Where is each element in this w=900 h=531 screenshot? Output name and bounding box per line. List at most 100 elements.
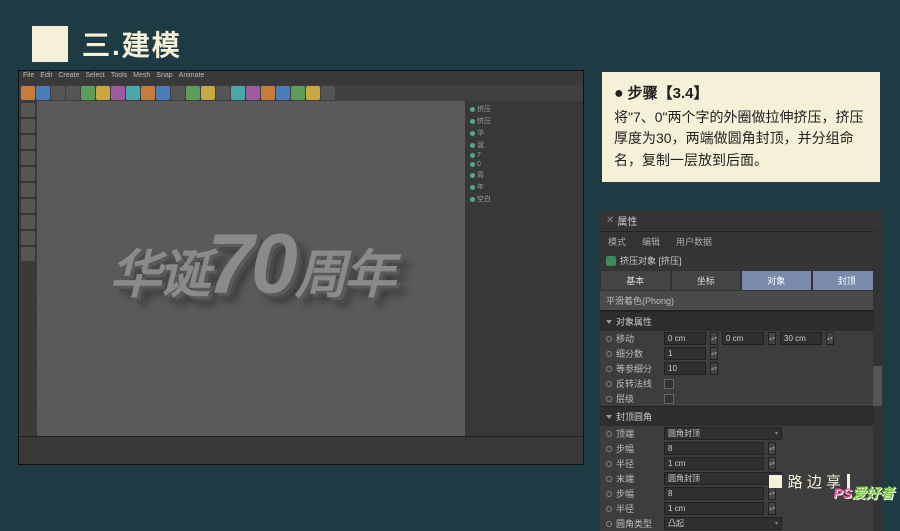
hierarchy-item[interactable]: 0 xyxy=(477,161,481,168)
menu-item[interactable]: Mesh xyxy=(133,72,150,84)
tool-icon[interactable] xyxy=(21,247,35,261)
hierarchy-item[interactable]: 诞 xyxy=(477,140,484,150)
tab-object[interactable]: 对象 xyxy=(741,270,812,291)
timeline[interactable] xyxy=(19,436,583,464)
tool-icon[interactable] xyxy=(36,86,50,100)
left-toolbar xyxy=(19,101,37,436)
tool-icon[interactable] xyxy=(21,86,35,100)
slide-title: 三.建模 xyxy=(82,24,182,64)
input-subdiv[interactable]: 1 xyxy=(664,347,706,360)
object-name: 挤压对象 [挤压] xyxy=(620,254,682,267)
tab-basic[interactable]: 基本 xyxy=(600,270,671,291)
menu-item[interactable]: File xyxy=(23,72,34,84)
tool-icon[interactable] xyxy=(171,86,185,100)
checkbox-hierarchy[interactable] xyxy=(664,394,674,404)
tool-icon[interactable] xyxy=(111,86,125,100)
tool-icon[interactable] xyxy=(156,86,170,100)
viewport[interactable]: 华诞70周年 xyxy=(37,101,465,436)
phong-row[interactable]: 平滑着色(Phong) xyxy=(600,291,882,311)
hierarchy-item[interactable]: 周 xyxy=(477,170,484,180)
tool-icon[interactable] xyxy=(186,86,200,100)
tool-icon[interactable] xyxy=(246,86,260,100)
tool-icon[interactable] xyxy=(276,86,290,100)
section-cap-round[interactable]: 封顶圆角 xyxy=(600,406,882,426)
hierarchy-item[interactable]: 空白 xyxy=(477,194,491,204)
mode-tab[interactable]: 编辑 xyxy=(634,232,668,251)
input-radius2[interactable]: 1 cm xyxy=(664,502,764,515)
spinner[interactable]: ▴▾ xyxy=(768,457,776,470)
label-top: 顶端 xyxy=(616,427,660,440)
tool-icon[interactable] xyxy=(96,86,110,100)
menu-item[interactable]: Create xyxy=(58,72,79,84)
spinner[interactable]: ▴▾ xyxy=(768,442,776,455)
hierarchy-item[interactable]: 7 xyxy=(477,152,481,159)
tool-icon[interactable] xyxy=(21,119,35,133)
spinner[interactable]: ▴▾ xyxy=(710,347,718,360)
tool-icon[interactable] xyxy=(21,151,35,165)
tool-icon[interactable] xyxy=(306,86,320,100)
mode-tab[interactable]: 用户数据 xyxy=(668,232,720,251)
spinner[interactable]: ▴▾ xyxy=(710,362,718,375)
menu-item[interactable]: Select xyxy=(85,72,104,84)
spinner[interactable]: ▴▾ xyxy=(768,502,776,515)
dropdown-end[interactable]: 圆角封顶▾ xyxy=(664,472,782,485)
tool-icon[interactable] xyxy=(81,86,95,100)
tool-icon[interactable] xyxy=(21,215,35,229)
input-move-z[interactable]: 30 cm xyxy=(780,332,822,345)
tool-icon[interactable] xyxy=(126,86,140,100)
input-radius1[interactable]: 1 cm xyxy=(664,457,764,470)
input-move-x[interactable]: 0 cm xyxy=(664,332,706,345)
label-isosubdiv: 等参细分 xyxy=(616,362,660,375)
tool-icon[interactable] xyxy=(21,135,35,149)
tool-icon[interactable] xyxy=(321,86,335,100)
spinner[interactable]: ▴▾ xyxy=(710,332,718,345)
tool-icon[interactable] xyxy=(141,86,155,100)
menu-item[interactable]: Snap xyxy=(156,72,172,84)
dropdown-roundtype[interactable]: 凸起▾ xyxy=(664,517,782,530)
tool-icon[interactable] xyxy=(21,167,35,181)
hierarchy-item[interactable]: 年 xyxy=(477,182,484,192)
menu-item[interactable]: Animate xyxy=(179,72,205,84)
tool-icon[interactable] xyxy=(231,86,245,100)
c4d-window: File Edit Create Select Tools Mesh Snap … xyxy=(18,70,584,465)
close-icon[interactable]: ✕ xyxy=(606,215,614,226)
tool-icon[interactable] xyxy=(21,231,35,245)
input-steps2[interactable]: 8 xyxy=(664,487,764,500)
spinner[interactable]: ▴▾ xyxy=(768,332,776,345)
checkbox-flipnorm[interactable] xyxy=(664,379,674,389)
attributes-header: ✕ 属性 xyxy=(600,210,882,232)
menu-item[interactable]: Edit xyxy=(40,72,52,84)
scrollbar-thumb[interactable] xyxy=(873,366,882,406)
hierarchy-item[interactable]: 挤压 xyxy=(477,116,491,126)
tool-icon[interactable] xyxy=(21,199,35,213)
c4d-menubar[interactable]: File Edit Create Select Tools Mesh Snap … xyxy=(19,71,583,85)
label-roundtype: 圆角类型 xyxy=(616,517,660,530)
input-isosubdiv[interactable]: 10 xyxy=(664,362,706,375)
tab-coord[interactable]: 坐标 xyxy=(671,270,742,291)
hierarchy-item[interactable]: 华 xyxy=(477,128,484,138)
input-steps1[interactable]: 8 xyxy=(664,442,764,455)
spinner[interactable]: ▴▾ xyxy=(826,332,834,345)
tool-icon[interactable] xyxy=(261,86,275,100)
input-move-y[interactable]: 0 cm xyxy=(722,332,764,345)
3d-model-text: 华诞70周年 xyxy=(109,215,392,312)
mode-tab[interactable]: 模式 xyxy=(600,232,634,251)
tool-icon[interactable] xyxy=(51,86,65,100)
tool-icon[interactable] xyxy=(66,86,80,100)
tool-icon[interactable] xyxy=(291,86,305,100)
c4d-toolbar xyxy=(19,85,583,101)
menu-item[interactable]: Tools xyxy=(111,72,127,84)
dropdown-top[interactable]: 圆角封顶▾ xyxy=(664,427,782,440)
object-manager[interactable]: 挤压 挤压 华 诞 7 0 周 年 空白 xyxy=(465,101,583,436)
tool-icon[interactable] xyxy=(201,86,215,100)
watermark: PS爱好者 xyxy=(833,483,894,503)
hierarchy-item[interactable]: 挤压 xyxy=(477,104,491,114)
tool-icon[interactable] xyxy=(21,103,35,117)
tab-caps[interactable]: 封顶 xyxy=(812,270,883,291)
section-object-props[interactable]: 对象属性 xyxy=(600,311,882,331)
label-steps: 步幅 xyxy=(616,487,660,500)
tool-icon[interactable] xyxy=(21,183,35,197)
slide-header: 三.建模 xyxy=(32,24,182,64)
tool-icon[interactable] xyxy=(216,86,230,100)
label-flipnorm: 反转法线 xyxy=(616,377,660,390)
